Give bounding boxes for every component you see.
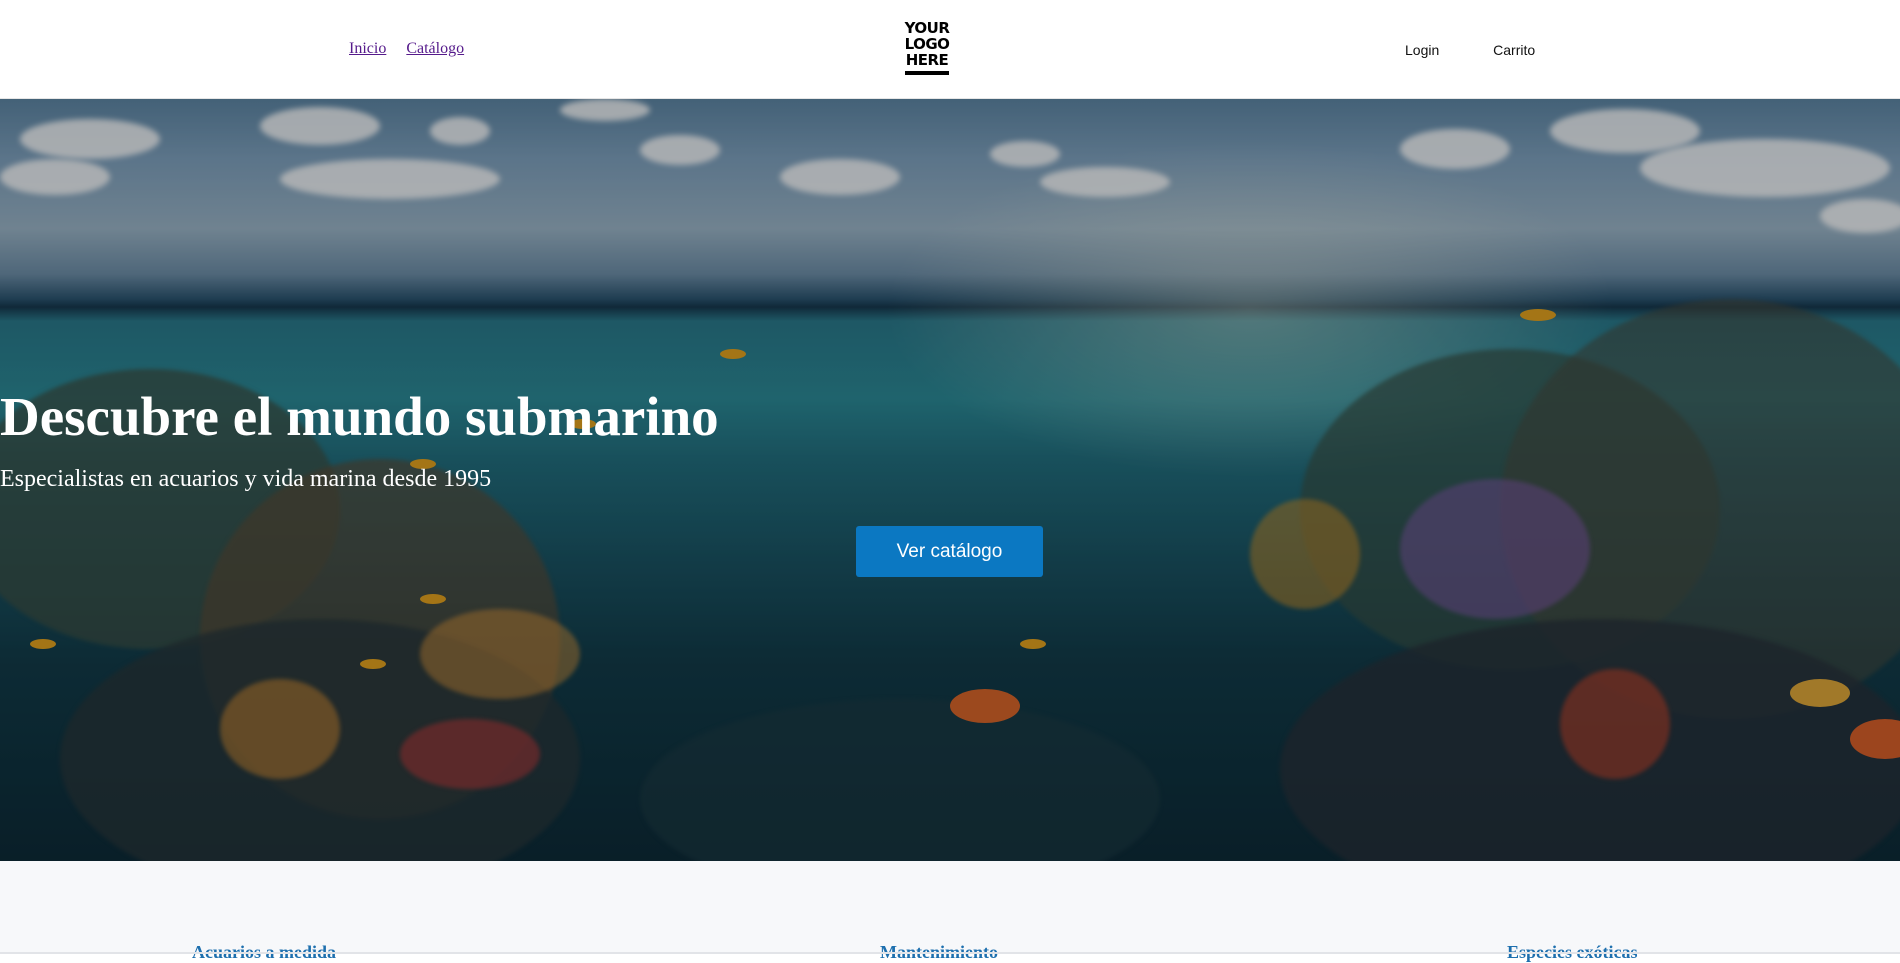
login-link[interactable]: Login [1405,42,1439,58]
logo-underline [905,71,949,75]
site-logo[interactable]: YOUR LOGO HERE [902,20,952,76]
user-nav: Login Carrito [1405,42,1535,58]
site-header: Inicio Catálogo YOUR LOGO HERE Login Car… [0,0,1900,99]
logo-text: YOUR LOGO HERE [904,19,950,69]
main-nav: Inicio Catálogo [349,40,480,58]
view-catalog-button[interactable]: Ver catálogo [856,526,1043,577]
hero-title: Descubre el mundo submarino [0,386,719,447]
nav-link-catalogo[interactable]: Catálogo [406,40,464,57]
hero-subtitle: Especialistas en acuarios y vida marina … [0,466,492,492]
cart-link[interactable]: Carrito [1493,42,1535,58]
hero-banner: Descubre el mundo submarino Especialista… [0,99,1900,861]
services-section: Acuarios a medida Mantenimiento Especies… [0,861,1900,962]
nav-link-inicio[interactable]: Inicio [349,40,386,57]
